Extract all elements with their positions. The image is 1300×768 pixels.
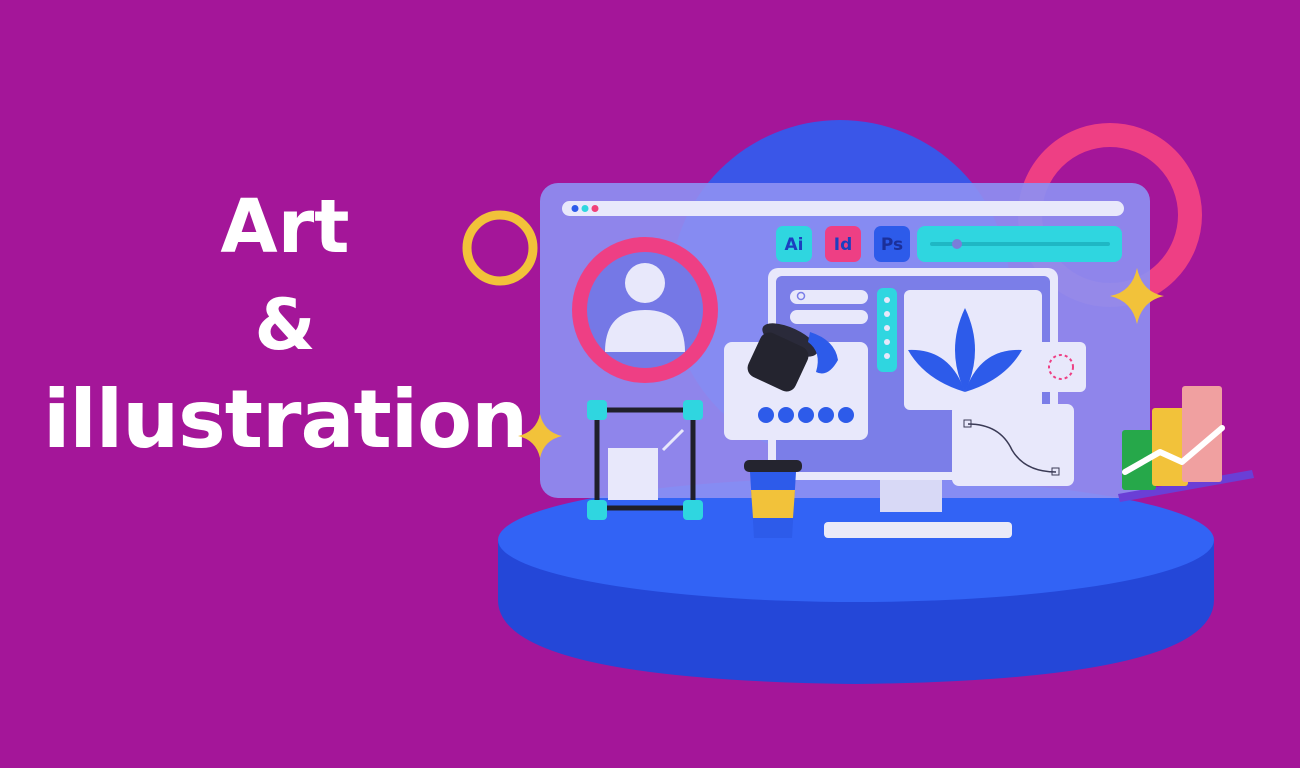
- app-badge-ai: Ai: [776, 226, 812, 262]
- window-dot-icon: [591, 205, 599, 212]
- bezier-curve-icon: [952, 404, 1074, 486]
- loading-spinner-icon: [1036, 342, 1086, 392]
- user-avatar-icon: [572, 237, 718, 383]
- app-badge-ps: Ps: [874, 226, 910, 262]
- slider-control: [917, 226, 1122, 262]
- yellow-ring-icon: [462, 210, 538, 286]
- svg-text:Id: Id: [834, 235, 853, 255]
- address-bar: [562, 201, 1124, 216]
- app-badge-id: Id: [825, 226, 861, 262]
- design-workspace-illustration: Ai Id Ps: [462, 120, 1254, 684]
- svg-text:Ai: Ai: [785, 235, 804, 255]
- input-field: [790, 310, 868, 324]
- window-dot-icon: [571, 205, 579, 212]
- svg-text:Ps: Ps: [881, 235, 903, 255]
- keyboard-icon: [824, 522, 1012, 538]
- window-dot-icon: [581, 205, 589, 212]
